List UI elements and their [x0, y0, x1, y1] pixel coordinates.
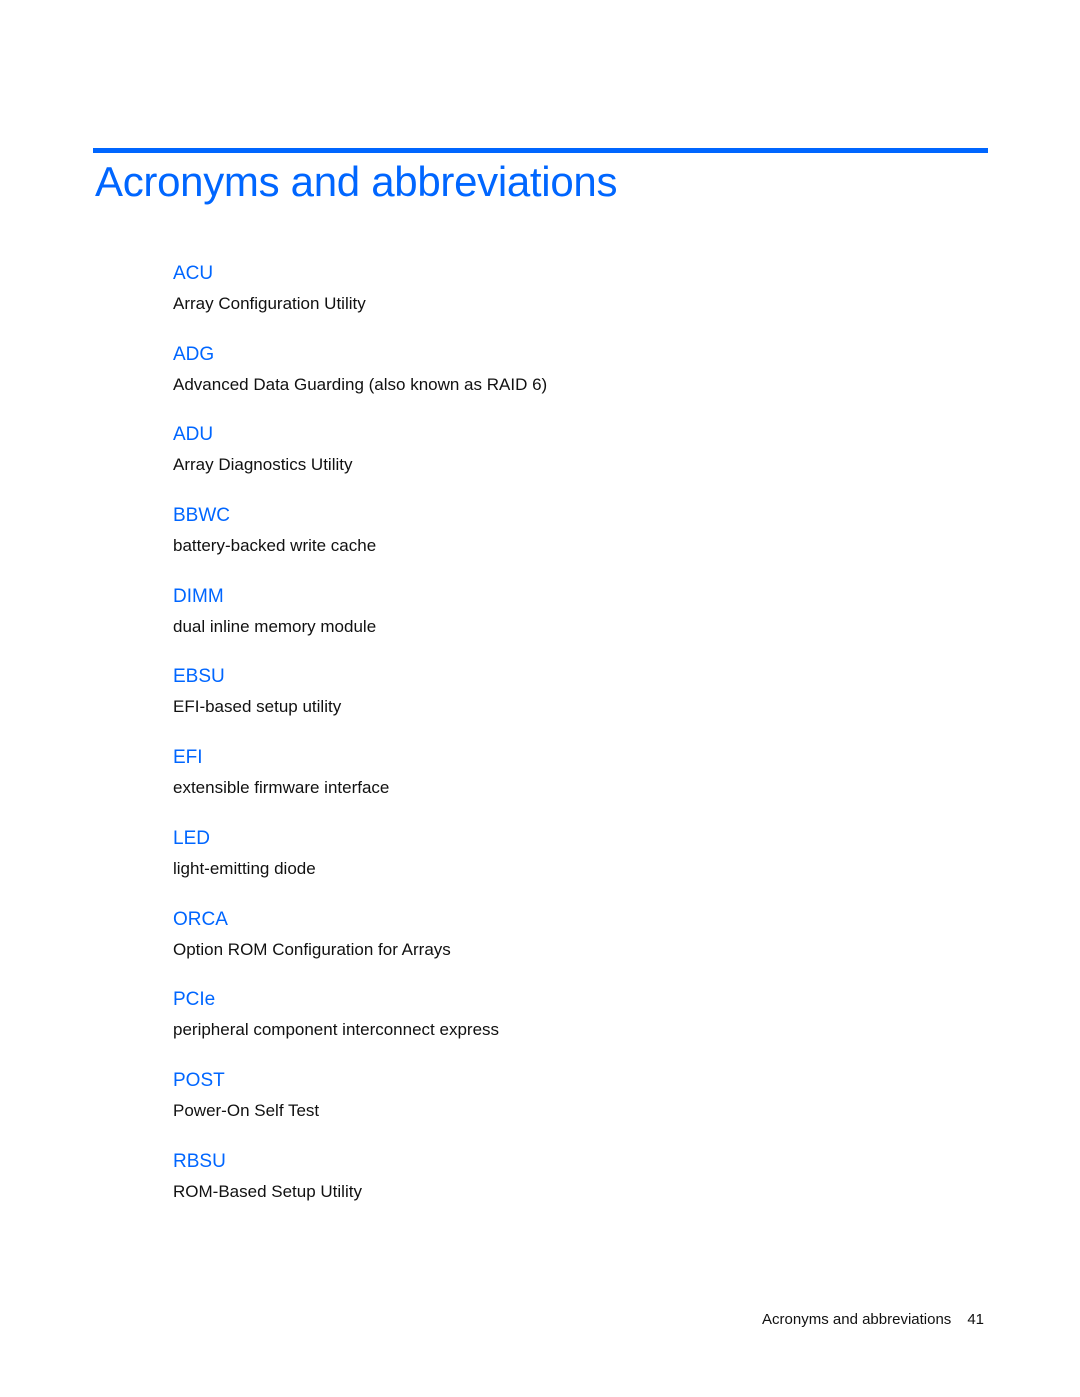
acronym-term: ADG: [173, 343, 215, 365]
acronym-entry: EBSU EFI-based setup utility: [173, 665, 973, 746]
acronym-term: BBWC: [173, 505, 230, 527]
acronym-definition: Array Configuration Utility: [173, 294, 366, 313]
acronym-definition: EFI-based setup utility: [173, 697, 342, 717]
acronym-entry: ORCA Option ROM Configuration for Arrays: [173, 908, 973, 989]
acronym-entry: LED light-emitting diode: [173, 827, 973, 908]
acronym-definition: extensible firmware interface: [173, 778, 390, 798]
acronym-entry: RBSU ROM-Based Setup Utility: [173, 1150, 973, 1231]
acronym-definition: Power-On Self Test: [173, 1100, 320, 1120]
page-footer: Acronyms and abbreviations 41: [762, 1311, 984, 1328]
acronym-term: RBSU: [173, 1150, 226, 1172]
footer-section-title: Acronyms and abbreviations: [762, 1311, 952, 1328]
acronym-entry: EFI extensible firmware interface: [173, 746, 973, 827]
acronym-term: DIMM: [173, 585, 224, 607]
acronym-entry: ADG Advanced Data Guarding (also known as…: [173, 343, 973, 424]
acronym-term: EFI: [173, 747, 203, 769]
acronym-definition: Array Diagnostics Utility: [173, 455, 353, 475]
acronym-list: ACU Array Configuration Utility ADG Advance…: [173, 262, 973, 1230]
acronym-entry: ACU Array Configuration Utility: [173, 262, 973, 343]
acronym-entry: POST Power-On Self Test: [173, 1069, 973, 1150]
acronym-entry: DIMM dual inline memory module: [173, 585, 973, 666]
page-number: 41: [967, 1311, 984, 1328]
title-rule: [93, 148, 988, 153]
acronym-term: ADU: [173, 424, 214, 446]
acronym-entry: ADU Array Diagnostics Utility: [173, 423, 973, 504]
acronym-term: LED: [173, 827, 210, 849]
acronym-definition: Option ROM Configuration for Arrays: [173, 939, 451, 959]
acronym-term: ACU: [173, 263, 214, 284]
acronym-definition: Advanced Data Guarding (also known as RA…: [173, 374, 548, 394]
acronym-definition: dual inline memory module: [173, 616, 377, 636]
acronym-definition: light-emitting diode: [173, 858, 316, 878]
acronym-term: EBSU: [173, 666, 225, 688]
acronym-entry: BBWC battery-backed write cache: [173, 504, 973, 585]
acronym-entry: PCIe peripheral component interconnect ex…: [173, 988, 973, 1069]
acronym-term: POST: [173, 1069, 225, 1091]
acronym-definition: battery-backed write cache: [173, 536, 377, 556]
acronym-definition: peripheral component interconnect expres…: [173, 1020, 500, 1040]
acronym-term: PCIe: [173, 989, 216, 1011]
acronym-term: ORCA: [173, 908, 228, 930]
acronym-definition: ROM-Based Setup Utility: [173, 1181, 362, 1201]
page-title: Acronyms and abbreviations: [95, 158, 618, 205]
